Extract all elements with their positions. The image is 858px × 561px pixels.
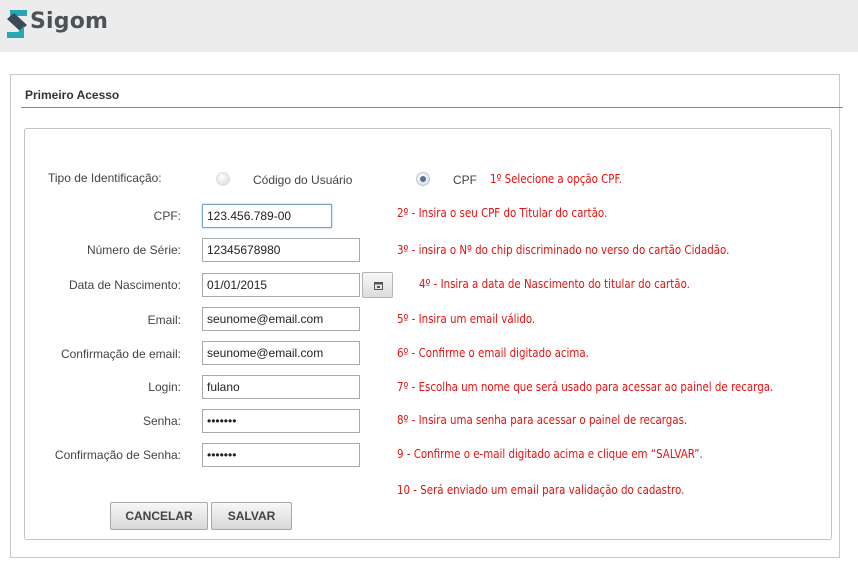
radio-user-code-label: Código do Usuário — [253, 173, 353, 187]
password-input[interactable] — [202, 409, 360, 433]
radio-cpf-label: CPF — [453, 173, 477, 187]
panel-title-divider — [21, 107, 843, 108]
radio-cpf[interactable] — [416, 172, 430, 186]
email-confirm-label: Confirmação de email: — [60, 347, 181, 361]
app-logo-text: Sigom — [30, 9, 109, 34]
instruction-note: 4º - Insira a data de Nascimento do titu… — [419, 276, 690, 291]
save-button[interactable]: SALVAR — [211, 502, 292, 530]
cpf-input[interactable] — [202, 204, 332, 228]
instruction-note: 7º - Escolha um nome que será usado para… — [397, 379, 774, 394]
instruction-note: 8º - Insira uma senha para acessar o pai… — [397, 412, 688, 427]
serial-number-input[interactable] — [202, 238, 360, 262]
instruction-note: 5º - Insira um email válido. — [397, 311, 536, 326]
password-label: Senha: — [142, 414, 181, 428]
radio-user-code[interactable] — [216, 172, 230, 186]
birth-date-label: Data de Nascimento: — [68, 278, 181, 292]
email-label: Email: — [147, 313, 181, 327]
login-input[interactable] — [202, 375, 360, 399]
id-type-label: Tipo de Identificação: — [48, 171, 162, 185]
cancel-button[interactable]: CANCELAR — [110, 502, 208, 530]
serial-label: Número de Série: — [86, 243, 181, 257]
sigom-s-icon — [7, 10, 27, 38]
calendar-icon — [374, 282, 383, 290]
instruction-note: 6º - Confirme o email digitado acima. — [397, 345, 589, 360]
password-confirm-label: Confirmação de Senha: — [54, 448, 181, 462]
panel-title: Primeiro Acesso — [25, 88, 120, 102]
top-bar: Sigom — [0, 0, 858, 52]
instruction-note: 3º - insira o Nº do chip discriminado no… — [397, 242, 730, 257]
instruction-note: 1º Selecione a opção CPF. — [490, 171, 623, 186]
instruction-note: 9 - Confirme o e-mail digitado acima e c… — [397, 446, 703, 461]
registration-form-box — [24, 128, 832, 540]
instruction-note: 2º - Insira o seu CPF do Titular do cart… — [397, 205, 608, 220]
cpf-label: CPF: — [153, 209, 181, 223]
email-confirm-input[interactable] — [202, 341, 360, 365]
login-label: Login: — [148, 380, 181, 394]
calendar-button[interactable] — [362, 272, 393, 298]
password-confirm-input[interactable] — [202, 443, 360, 467]
email-input[interactable] — [202, 307, 360, 331]
instruction-note: 10 - Será enviado um email para validaçã… — [397, 482, 685, 497]
birth-date-input[interactable] — [202, 273, 360, 297]
